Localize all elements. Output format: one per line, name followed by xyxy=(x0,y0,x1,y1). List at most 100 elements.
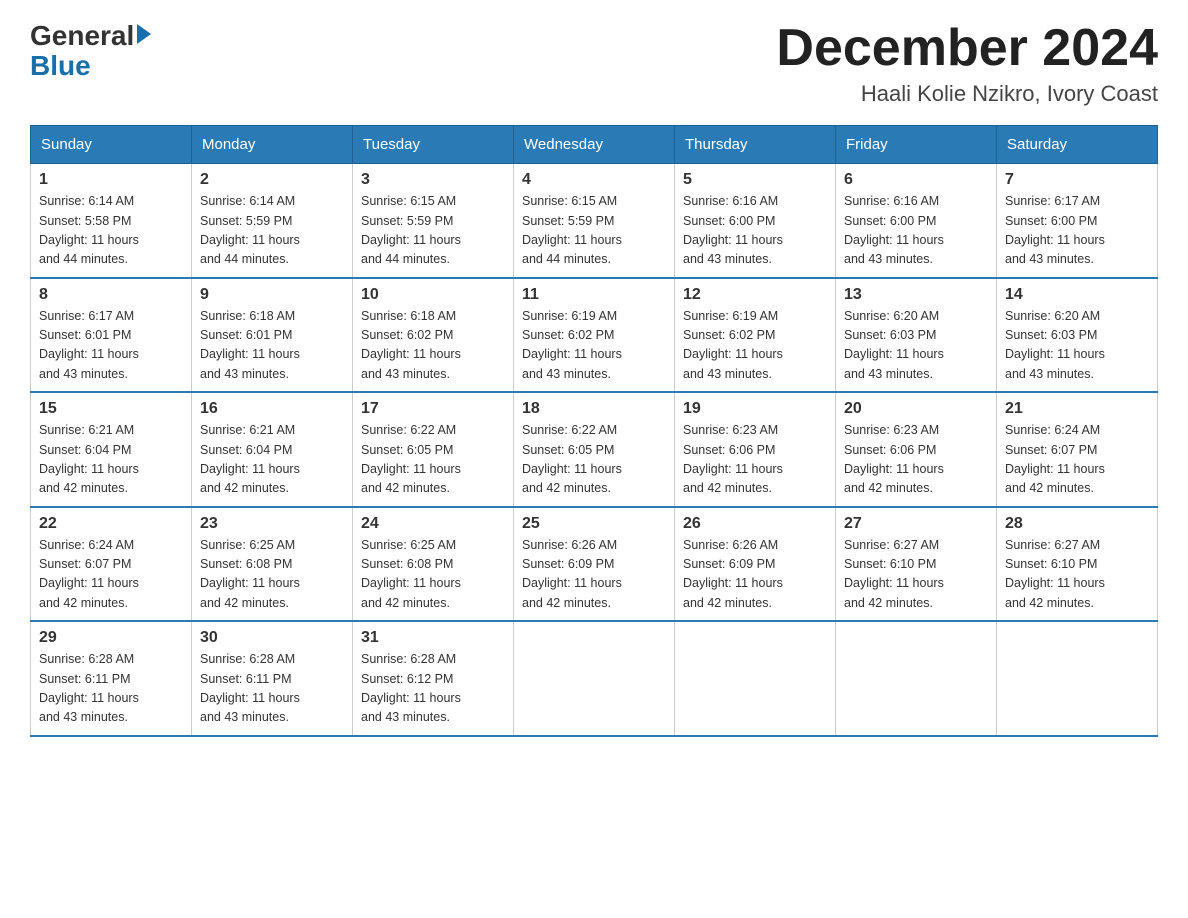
header-tuesday: Tuesday xyxy=(353,126,514,164)
calendar-cell: 29 Sunrise: 6:28 AM Sunset: 6:11 PM Dayl… xyxy=(31,621,192,736)
day-info: Sunrise: 6:25 AM Sunset: 6:08 PM Dayligh… xyxy=(200,536,344,614)
calendar-cell: 30 Sunrise: 6:28 AM Sunset: 6:11 PM Dayl… xyxy=(192,621,353,736)
calendar-cell: 14 Sunrise: 6:20 AM Sunset: 6:03 PM Dayl… xyxy=(997,278,1158,393)
day-info: Sunrise: 6:18 AM Sunset: 6:01 PM Dayligh… xyxy=(200,307,344,385)
day-number: 8 xyxy=(39,286,183,304)
day-info: Sunrise: 6:27 AM Sunset: 6:10 PM Dayligh… xyxy=(1005,536,1149,614)
day-number: 22 xyxy=(39,515,183,533)
calendar-cell: 10 Sunrise: 6:18 AM Sunset: 6:02 PM Dayl… xyxy=(353,278,514,393)
day-info: Sunrise: 6:22 AM Sunset: 6:05 PM Dayligh… xyxy=(522,421,666,499)
calendar-cell: 19 Sunrise: 6:23 AM Sunset: 6:06 PM Dayl… xyxy=(675,392,836,507)
calendar-cell: 28 Sunrise: 6:27 AM Sunset: 6:10 PM Dayl… xyxy=(997,507,1158,622)
day-info: Sunrise: 6:20 AM Sunset: 6:03 PM Dayligh… xyxy=(844,307,988,385)
day-info: Sunrise: 6:16 AM Sunset: 6:00 PM Dayligh… xyxy=(683,192,827,270)
day-number: 18 xyxy=(522,400,666,418)
day-number: 1 xyxy=(39,171,183,189)
day-info: Sunrise: 6:21 AM Sunset: 6:04 PM Dayligh… xyxy=(200,421,344,499)
week-row-2: 8 Sunrise: 6:17 AM Sunset: 6:01 PM Dayli… xyxy=(31,278,1158,393)
calendar-cell: 7 Sunrise: 6:17 AM Sunset: 6:00 PM Dayli… xyxy=(997,164,1158,278)
logo-arrow-icon xyxy=(137,24,151,44)
week-row-3: 15 Sunrise: 6:21 AM Sunset: 6:04 PM Dayl… xyxy=(31,392,1158,507)
day-number: 19 xyxy=(683,400,827,418)
title-section: December 2024 Haali Kolie Nzikro, Ivory … xyxy=(776,20,1158,107)
day-number: 4 xyxy=(522,171,666,189)
day-info: Sunrise: 6:27 AM Sunset: 6:10 PM Dayligh… xyxy=(844,536,988,614)
calendar-cell: 23 Sunrise: 6:25 AM Sunset: 6:08 PM Dayl… xyxy=(192,507,353,622)
day-number: 15 xyxy=(39,400,183,418)
day-number: 29 xyxy=(39,629,183,647)
day-number: 5 xyxy=(683,171,827,189)
day-info: Sunrise: 6:17 AM Sunset: 6:01 PM Dayligh… xyxy=(39,307,183,385)
day-info: Sunrise: 6:18 AM Sunset: 6:02 PM Dayligh… xyxy=(361,307,505,385)
logo: General Blue xyxy=(30,20,151,82)
day-info: Sunrise: 6:21 AM Sunset: 6:04 PM Dayligh… xyxy=(39,421,183,499)
day-info: Sunrise: 6:26 AM Sunset: 6:09 PM Dayligh… xyxy=(522,536,666,614)
logo-blue-text: Blue xyxy=(30,50,91,82)
location-title: Haali Kolie Nzikro, Ivory Coast xyxy=(776,81,1158,107)
day-info: Sunrise: 6:19 AM Sunset: 6:02 PM Dayligh… xyxy=(683,307,827,385)
day-info: Sunrise: 6:14 AM Sunset: 5:59 PM Dayligh… xyxy=(200,192,344,270)
day-number: 28 xyxy=(1005,515,1149,533)
calendar-cell xyxy=(997,621,1158,736)
month-title: December 2024 xyxy=(776,20,1158,77)
calendar-cell: 6 Sunrise: 6:16 AM Sunset: 6:00 PM Dayli… xyxy=(836,164,997,278)
logo-general-text: General xyxy=(30,20,134,52)
day-number: 11 xyxy=(522,286,666,304)
day-number: 14 xyxy=(1005,286,1149,304)
day-number: 6 xyxy=(844,171,988,189)
calendar-cell: 15 Sunrise: 6:21 AM Sunset: 6:04 PM Dayl… xyxy=(31,392,192,507)
calendar-cell: 8 Sunrise: 6:17 AM Sunset: 6:01 PM Dayli… xyxy=(31,278,192,393)
day-number: 21 xyxy=(1005,400,1149,418)
calendar-cell: 27 Sunrise: 6:27 AM Sunset: 6:10 PM Dayl… xyxy=(836,507,997,622)
day-number: 23 xyxy=(200,515,344,533)
day-info: Sunrise: 6:24 AM Sunset: 6:07 PM Dayligh… xyxy=(1005,421,1149,499)
day-info: Sunrise: 6:15 AM Sunset: 5:59 PM Dayligh… xyxy=(361,192,505,270)
day-number: 25 xyxy=(522,515,666,533)
day-number: 27 xyxy=(844,515,988,533)
week-row-1: 1 Sunrise: 6:14 AM Sunset: 5:58 PM Dayli… xyxy=(31,164,1158,278)
calendar-cell: 18 Sunrise: 6:22 AM Sunset: 6:05 PM Dayl… xyxy=(514,392,675,507)
day-info: Sunrise: 6:23 AM Sunset: 6:06 PM Dayligh… xyxy=(683,421,827,499)
calendar-cell: 31 Sunrise: 6:28 AM Sunset: 6:12 PM Dayl… xyxy=(353,621,514,736)
calendar-cell: 17 Sunrise: 6:22 AM Sunset: 6:05 PM Dayl… xyxy=(353,392,514,507)
calendar-cell: 26 Sunrise: 6:26 AM Sunset: 6:09 PM Dayl… xyxy=(675,507,836,622)
day-number: 30 xyxy=(200,629,344,647)
header-wednesday: Wednesday xyxy=(514,126,675,164)
day-number: 2 xyxy=(200,171,344,189)
calendar-cell: 11 Sunrise: 6:19 AM Sunset: 6:02 PM Dayl… xyxy=(514,278,675,393)
calendar-cell: 25 Sunrise: 6:26 AM Sunset: 6:09 PM Dayl… xyxy=(514,507,675,622)
day-info: Sunrise: 6:24 AM Sunset: 6:07 PM Dayligh… xyxy=(39,536,183,614)
calendar-cell: 4 Sunrise: 6:15 AM Sunset: 5:59 PM Dayli… xyxy=(514,164,675,278)
calendar-cell: 16 Sunrise: 6:21 AM Sunset: 6:04 PM Dayl… xyxy=(192,392,353,507)
day-info: Sunrise: 6:22 AM Sunset: 6:05 PM Dayligh… xyxy=(361,421,505,499)
calendar-cell xyxy=(514,621,675,736)
day-info: Sunrise: 6:28 AM Sunset: 6:11 PM Dayligh… xyxy=(39,650,183,728)
week-row-4: 22 Sunrise: 6:24 AM Sunset: 6:07 PM Dayl… xyxy=(31,507,1158,622)
calendar-cell: 2 Sunrise: 6:14 AM Sunset: 5:59 PM Dayli… xyxy=(192,164,353,278)
calendar-cell: 24 Sunrise: 6:25 AM Sunset: 6:08 PM Dayl… xyxy=(353,507,514,622)
header-thursday: Thursday xyxy=(675,126,836,164)
day-number: 24 xyxy=(361,515,505,533)
day-info: Sunrise: 6:20 AM Sunset: 6:03 PM Dayligh… xyxy=(1005,307,1149,385)
week-row-5: 29 Sunrise: 6:28 AM Sunset: 6:11 PM Dayl… xyxy=(31,621,1158,736)
logo-text: General xyxy=(30,20,151,52)
day-number: 31 xyxy=(361,629,505,647)
calendar-cell xyxy=(836,621,997,736)
day-info: Sunrise: 6:26 AM Sunset: 6:09 PM Dayligh… xyxy=(683,536,827,614)
day-number: 13 xyxy=(844,286,988,304)
calendar-cell: 3 Sunrise: 6:15 AM Sunset: 5:59 PM Dayli… xyxy=(353,164,514,278)
day-info: Sunrise: 6:14 AM Sunset: 5:58 PM Dayligh… xyxy=(39,192,183,270)
calendar-cell: 20 Sunrise: 6:23 AM Sunset: 6:06 PM Dayl… xyxy=(836,392,997,507)
header-monday: Monday xyxy=(192,126,353,164)
calendar-cell: 13 Sunrise: 6:20 AM Sunset: 6:03 PM Dayl… xyxy=(836,278,997,393)
day-number: 10 xyxy=(361,286,505,304)
calendar-header-row: SundayMondayTuesdayWednesdayThursdayFrid… xyxy=(31,126,1158,164)
calendar-cell: 22 Sunrise: 6:24 AM Sunset: 6:07 PM Dayl… xyxy=(31,507,192,622)
header-saturday: Saturday xyxy=(997,126,1158,164)
day-info: Sunrise: 6:23 AM Sunset: 6:06 PM Dayligh… xyxy=(844,421,988,499)
calendar-table: SundayMondayTuesdayWednesdayThursdayFrid… xyxy=(30,125,1158,737)
day-info: Sunrise: 6:28 AM Sunset: 6:12 PM Dayligh… xyxy=(361,650,505,728)
calendar-cell: 21 Sunrise: 6:24 AM Sunset: 6:07 PM Dayl… xyxy=(997,392,1158,507)
calendar-cell: 5 Sunrise: 6:16 AM Sunset: 6:00 PM Dayli… xyxy=(675,164,836,278)
day-number: 3 xyxy=(361,171,505,189)
